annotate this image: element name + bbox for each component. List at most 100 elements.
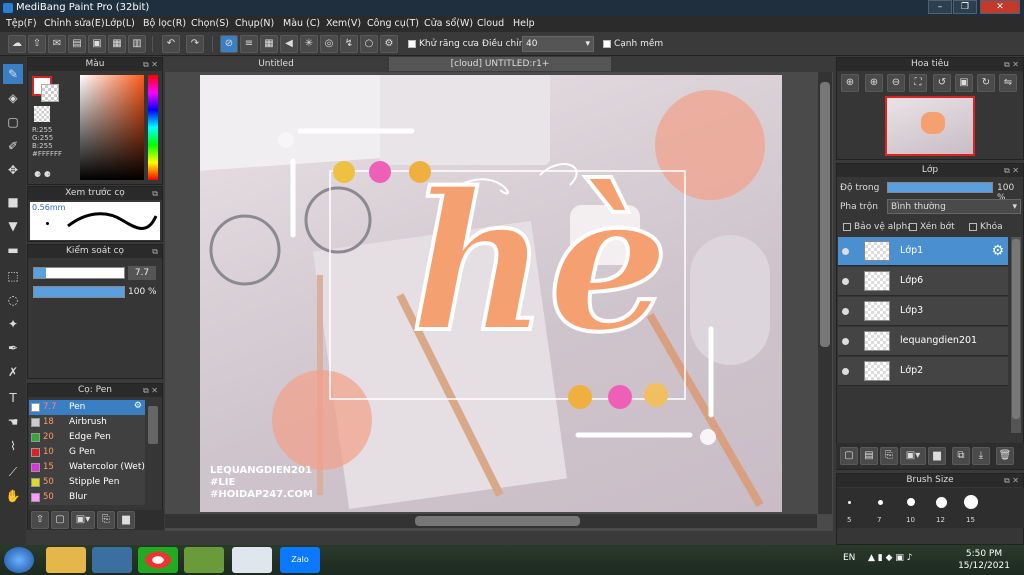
horizontal-scrollbar[interactable] [165, 514, 817, 528]
delete-layer-icon[interactable]: 🗑 [996, 447, 1014, 465]
shape-tool-icon[interactable]: ■ [3, 192, 23, 212]
zalo-icon[interactable]: Zalo [280, 547, 320, 573]
layer-opacity-slider[interactable] [887, 182, 993, 193]
vanishing-snap-icon[interactable]: ◀ [280, 35, 298, 53]
fit-icon[interactable]: ⛶ [909, 74, 927, 92]
move-tool-icon[interactable]: ✥ [3, 160, 23, 180]
settings-icon[interactable]: ⚙ [380, 35, 398, 53]
visibility-icon[interactable] [842, 308, 849, 315]
lasso-tool-icon[interactable]: ◌ [3, 290, 23, 310]
brush-size-dot[interactable] [936, 497, 947, 508]
select-eraser-tool-icon[interactable]: ✗ [3, 362, 23, 382]
gear-icon[interactable]: ⚙ [134, 401, 142, 411]
folder-icon[interactable]: ▆ [928, 447, 946, 465]
add-layer-menu-icon[interactable]: ▣▾ [900, 447, 926, 465]
cloud-icon[interactable]: ☁ [8, 35, 26, 53]
palette-icon[interactable]: ⚈ ⚈ [34, 170, 51, 179]
copy-brush-icon[interactable]: ⎘ [97, 511, 115, 529]
folder-icon[interactable]: ▆ [117, 511, 135, 529]
brush-item[interactable]: 15 Watercolor (Wet) [29, 460, 145, 475]
maximize-button[interactable]: ❐ [953, 0, 977, 14]
popout-icon[interactable]: ⧉ [152, 245, 158, 258]
brush-opacity-slider[interactable] [33, 286, 125, 298]
language-indicator[interactable]: EN [843, 553, 855, 563]
flip-icon[interactable]: ⇋ [999, 74, 1017, 92]
lock-checkbox[interactable] [969, 222, 977, 231]
menu-select[interactable]: Chọn(S) [191, 18, 229, 29]
divide-tool-icon[interactable]: ⟋ [3, 462, 23, 482]
antialias-option[interactable]: ✓ Khử răng cưa [408, 39, 479, 51]
popout-icon[interactable]: ⧉ ✕ [143, 58, 158, 71]
blend-mode-select[interactable]: Bình thường ▾ [887, 199, 1021, 214]
actual-size-icon[interactable]: ▣ [955, 74, 973, 92]
magic-wand-tool-icon[interactable]: ✦ [3, 314, 23, 334]
brush-item[interactable]: 10 G Pen [29, 445, 145, 460]
popout-icon[interactable]: ⧉ ✕ [143, 384, 158, 397]
brush-size-dot[interactable] [878, 500, 883, 505]
select-tool-icon[interactable]: ⬚ [3, 266, 23, 286]
brush-size-dot[interactable] [964, 495, 978, 509]
gear-icon[interactable]: ⚙ [991, 243, 1004, 259]
grid-icon[interactable]: ▦ [108, 35, 126, 53]
menu-view[interactable]: Xem(V) [326, 18, 361, 29]
text-tool-icon[interactable]: T [3, 388, 23, 408]
brush-size-value[interactable]: 7.7 [128, 266, 156, 280]
radial-snap-icon[interactable]: ✳ [300, 35, 318, 53]
menu-file[interactable]: Tệp(F) [6, 18, 37, 29]
soft-edge-option[interactable]: Cạnh mềm [603, 39, 663, 49]
brush-item[interactable]: 50 Stipple Pen [29, 475, 145, 490]
clock-time[interactable]: 5:50 PM [963, 549, 1005, 559]
document-icon[interactable]: ▤ [68, 35, 86, 53]
brush-size-dot[interactable] [848, 501, 851, 504]
ellipse-snap-icon[interactable]: ○ [360, 35, 378, 53]
brush-item[interactable]: 7.7 Pen ⚙ [29, 400, 145, 415]
zoom-out-icon[interactable]: ⊖ [887, 74, 905, 92]
cloud-brush-icon[interactable]: ⇧ [31, 511, 49, 529]
visibility-icon[interactable] [842, 278, 849, 285]
layer-row[interactable]: Lớp1 ⚙ [838, 237, 1008, 266]
brush-item[interactable]: 18 Airbrush [29, 415, 145, 430]
fill-tool-icon[interactable]: ▼ [3, 216, 23, 236]
media-player-icon[interactable] [92, 547, 132, 573]
visibility-icon[interactable] [842, 248, 849, 255]
brush-item[interactable]: 20 Edge Pen [29, 430, 145, 445]
zoom-in-2-icon[interactable]: ⊕ [865, 74, 883, 92]
brush-tool-icon[interactable]: ✎ [3, 64, 23, 84]
layer-scrollbar[interactable] [1011, 237, 1021, 433]
saturation-box[interactable] [80, 75, 144, 180]
tray-icons[interactable]: ▲ ▮ ◆ ▣ ♪ [868, 553, 913, 563]
close-button[interactable]: ✕ [980, 0, 1020, 14]
tab-untitled[interactable]: Untitled [165, 57, 387, 71]
vertical-scrollbar[interactable] [818, 72, 832, 514]
hue-slider[interactable] [148, 75, 158, 180]
layer-row[interactable]: Lớp2 [838, 357, 1008, 386]
duplicate-icon[interactable]: ⧉ [952, 447, 970, 465]
menu-tools[interactable]: Công cụ(T) [367, 18, 419, 29]
app-icon[interactable] [184, 547, 224, 573]
tab-cloud-untitled[interactable]: [cloud] UNTITLED:r1+ [389, 57, 611, 71]
brush-size-dot[interactable] [907, 498, 915, 506]
eyedropper-tool-icon[interactable]: ⌇ [3, 436, 23, 456]
minimize-button[interactable]: – [928, 0, 952, 14]
brush-list-scrollbar[interactable] [148, 406, 158, 444]
select-pen-tool-icon[interactable]: ✒ [3, 338, 23, 358]
new-layer-icon[interactable]: ▢ [840, 447, 858, 465]
popout-icon[interactable]: ⧉ ✕ [1004, 474, 1019, 487]
curve-snap-icon[interactable]: ↯ [340, 35, 358, 53]
menu-help[interactable]: Help [513, 18, 535, 29]
gradient-tool-icon[interactable]: ▬ [3, 240, 23, 260]
panels-icon[interactable]: ▥ [128, 35, 146, 53]
menu-color[interactable]: Màu (C) [283, 18, 320, 29]
protect-alpha-checkbox[interactable] [843, 222, 851, 231]
menu-window[interactable]: Cửa sổ(W) [424, 18, 473, 29]
undo-icon[interactable]: ↶ [162, 35, 180, 53]
layer-row[interactable]: Lớp3 [838, 297, 1008, 326]
zoom-in-icon[interactable]: ⊕ [841, 74, 859, 92]
adjust-select[interactable]: 40 ▾ [522, 36, 594, 52]
protect-alpha-option[interactable]: Bảo vệ alpha [843, 222, 913, 232]
new-brush-icon[interactable]: ▢ [51, 511, 69, 529]
merge-down-icon[interactable]: ⤓ [972, 447, 990, 465]
operation-tool-icon[interactable]: ☚ [3, 412, 23, 432]
cross-snap-icon[interactable]: ▦ [260, 35, 278, 53]
menu-layer[interactable]: Lớp(L) [105, 18, 135, 29]
